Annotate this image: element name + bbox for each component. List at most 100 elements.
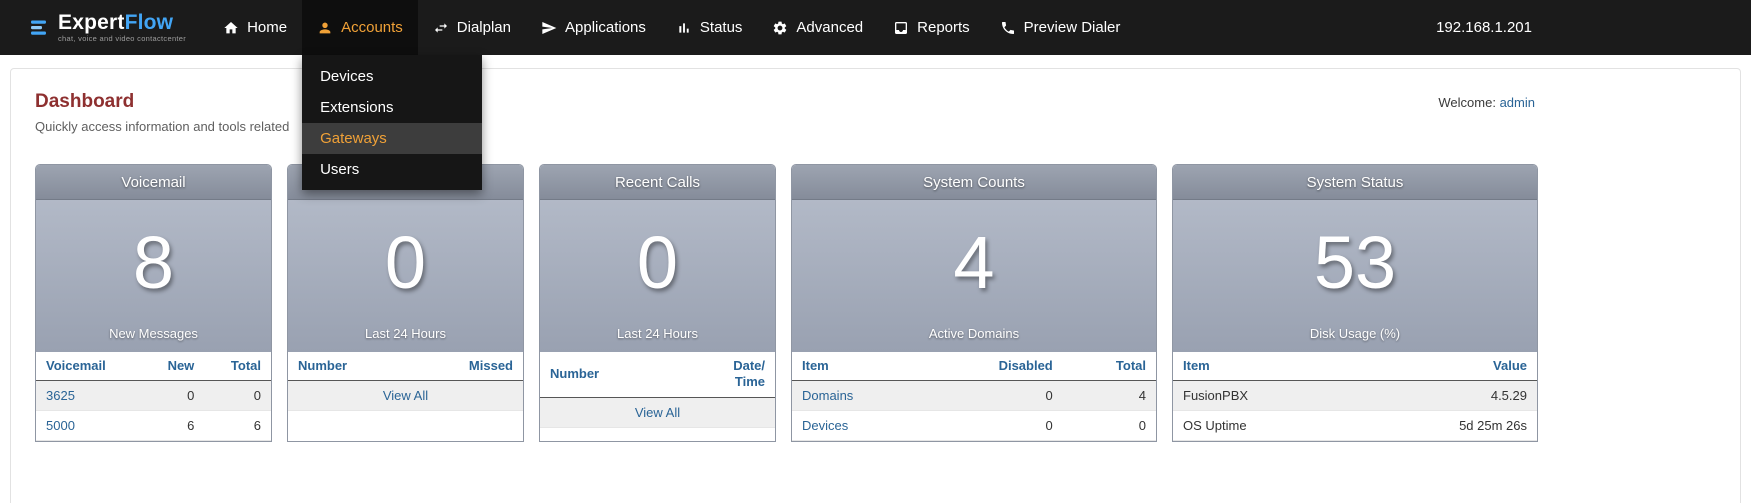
phone-icon xyxy=(1000,20,1016,36)
brand-bars-icon xyxy=(30,18,49,37)
nav-item-dialplan[interactable]: Dialplan xyxy=(418,0,526,55)
welcome-text: Welcome: admin xyxy=(1438,95,1535,110)
card-metric-label: Active Domains xyxy=(929,326,1019,341)
table-cell: 0 xyxy=(925,381,1063,411)
column-header: Missed xyxy=(410,352,523,381)
menu-item-extensions[interactable]: Extensions xyxy=(302,92,482,123)
brand-tagline: chat, voice and video contactcenter xyxy=(58,34,186,43)
card-recent-calls: Recent Calls 0 Last 24 Hours Number Date… xyxy=(539,164,776,442)
count-item-link[interactable]: Domains xyxy=(802,388,853,403)
card-big-number: 0 xyxy=(637,226,678,300)
page-subtitle: Quickly access information and tools rel… xyxy=(35,119,289,134)
welcome-user-link[interactable]: admin xyxy=(1500,95,1535,110)
nav-item-accounts[interactable]: Accounts Devices Extensions Gateways Use… xyxy=(302,0,418,55)
nav-item-label: Advanced xyxy=(796,19,863,36)
column-header: New xyxy=(142,352,204,381)
content-panel: Dashboard Quickly access information and… xyxy=(10,68,1741,503)
column-header: Item xyxy=(1173,352,1352,381)
card-title: System Status xyxy=(1173,165,1537,200)
table-cell: 5000 xyxy=(36,411,142,441)
card-title: System Counts xyxy=(792,165,1156,200)
voicemail-table: Voicemail New Total 3625 0 0 5000 6 6 xyxy=(36,352,271,441)
card-metric-label: Disk Usage (%) xyxy=(1310,326,1400,341)
nav-item-label: Reports xyxy=(917,19,970,36)
table-cell: 3625 xyxy=(36,381,142,411)
card-title: Voicemail xyxy=(36,165,271,200)
menu-item-devices[interactable]: Devices xyxy=(302,61,482,92)
card-hero: 8 New Messages xyxy=(36,200,271,352)
table-cell: 0 xyxy=(1063,411,1156,441)
table-row: Devices 0 0 xyxy=(792,411,1156,441)
server-address: 192.168.1.201 xyxy=(1436,0,1532,55)
card-hero: 0 Last 24 Hours xyxy=(288,200,523,352)
card-hero: 0 Last 24 Hours xyxy=(540,200,775,352)
nav-item-advanced[interactable]: Advanced xyxy=(757,0,878,55)
brand-logo[interactable]: ExpertFlow chat, voice and video contact… xyxy=(0,0,208,55)
menu-item-users[interactable]: Users xyxy=(302,154,482,185)
table-cell: 6 xyxy=(204,411,271,441)
table-cell: Domains xyxy=(792,381,925,411)
nav-item-label: Accounts xyxy=(341,19,403,36)
table-cell: 4.5.29 xyxy=(1352,381,1537,411)
accounts-dropdown-menu: Devices Extensions Gateways Users xyxy=(302,55,482,190)
card-metric-label: Last 24 Hours xyxy=(365,326,446,341)
home-icon xyxy=(223,20,239,36)
nav-item-label: Home xyxy=(247,19,287,36)
table-cell: FusionPBX xyxy=(1173,381,1352,411)
card-hero: 53 Disk Usage (%) xyxy=(1173,200,1537,352)
bar-chart-icon xyxy=(676,20,692,36)
paper-plane-icon xyxy=(541,20,557,36)
table-cell: 4 xyxy=(1063,381,1156,411)
nav-item-label: Preview Dialer xyxy=(1024,19,1121,36)
nav-item-label: Status xyxy=(700,19,743,36)
nav-item-reports[interactable]: Reports xyxy=(878,0,985,55)
card-voicemail: Voicemail 8 New Messages Voicemail New T… xyxy=(35,164,272,442)
column-header: Item xyxy=(792,352,925,381)
page-title: Dashboard xyxy=(35,91,289,113)
voicemail-box-link[interactable]: 5000 xyxy=(46,418,75,433)
table-row: 5000 6 6 xyxy=(36,411,271,441)
swap-arrows-icon xyxy=(433,20,449,36)
nav-item-home[interactable]: Home xyxy=(208,0,302,55)
table-cell: 5d 25m 26s xyxy=(1352,411,1537,441)
dashboard-cards: Voicemail 8 New Messages Voicemail New T… xyxy=(35,164,1740,442)
card-big-number: 4 xyxy=(953,226,994,300)
view-all-link[interactable]: View All xyxy=(383,388,428,403)
card-metric-label: New Messages xyxy=(109,326,198,341)
table-cell: 0 xyxy=(204,381,271,411)
table-row: View All xyxy=(288,381,523,411)
table-header-row: Item Disabled Total xyxy=(792,352,1156,381)
card-system-status: System Status 53 Disk Usage (%) Item Val… xyxy=(1172,164,1538,442)
table-cell: 0 xyxy=(142,381,204,411)
column-header: Voicemail xyxy=(36,352,142,381)
card-metric-label: Last 24 Hours xyxy=(617,326,698,341)
gear-icon xyxy=(772,20,788,36)
brand-name: ExpertFlow xyxy=(58,12,186,34)
table-row: View All xyxy=(540,397,775,427)
missed-calls-table: Number Missed View All xyxy=(288,352,523,411)
card-big-number: 8 xyxy=(133,226,174,300)
system-status-table: Item Value FusionPBX 4.5.29 OS Uptime 5d… xyxy=(1173,352,1537,441)
voicemail-box-link[interactable]: 3625 xyxy=(46,388,75,403)
count-item-link[interactable]: Devices xyxy=(802,418,848,433)
top-navbar: ExpertFlow chat, voice and video contact… xyxy=(0,0,1751,55)
system-counts-table: Item Disabled Total Domains 0 4 Devices … xyxy=(792,352,1156,441)
card-big-number: 53 xyxy=(1314,226,1396,300)
column-header: Total xyxy=(1063,352,1156,381)
view-all-link[interactable]: View All xyxy=(635,405,680,420)
nav-item-applications[interactable]: Applications xyxy=(526,0,661,55)
column-header: Number xyxy=(540,352,674,397)
table-row: OS Uptime 5d 25m 26s xyxy=(1173,411,1537,441)
table-header-row: Number Date/ Time xyxy=(540,352,775,397)
page-header: Dashboard Quickly access information and… xyxy=(35,91,1535,134)
main-nav: Home Accounts Devices Extensions Gateway… xyxy=(208,0,1135,55)
nav-item-label: Dialplan xyxy=(457,19,511,36)
column-header: Value xyxy=(1352,352,1537,381)
nav-item-preview-dialer[interactable]: Preview Dialer xyxy=(985,0,1136,55)
menu-item-gateways[interactable]: Gateways xyxy=(302,123,482,154)
card-title: Recent Calls xyxy=(540,165,775,200)
table-row: FusionPBX 4.5.29 xyxy=(1173,381,1537,411)
inbox-icon xyxy=(893,20,909,36)
nav-item-status[interactable]: Status xyxy=(661,0,758,55)
recent-calls-table: Number Date/ Time View All xyxy=(540,352,775,428)
